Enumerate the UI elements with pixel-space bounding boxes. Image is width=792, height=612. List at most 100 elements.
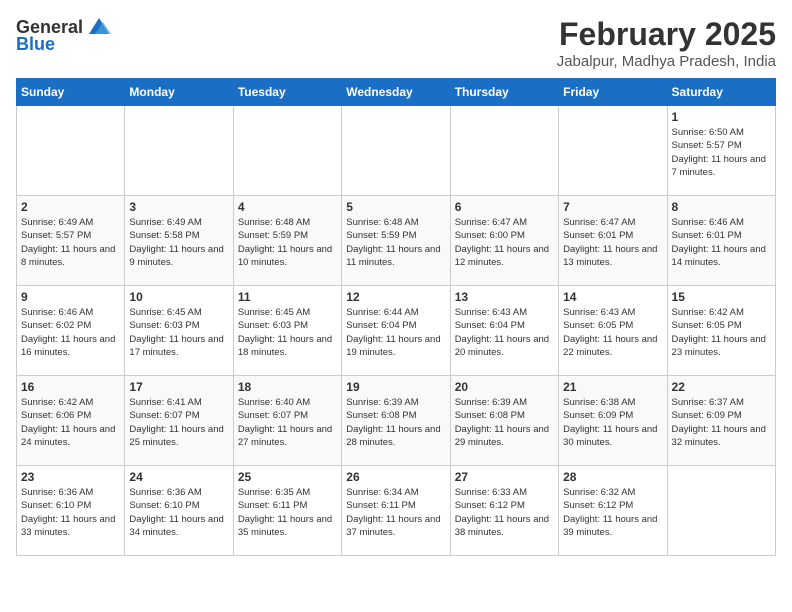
- day-number: 19: [346, 380, 445, 394]
- location-title: Jabalpur, Madhya Pradesh, India: [557, 53, 776, 70]
- day-number: 10: [129, 290, 228, 304]
- calendar-cell: 17Sunrise: 6:41 AM Sunset: 6:07 PM Dayli…: [125, 376, 233, 466]
- day-number: 15: [672, 290, 771, 304]
- calendar-cell: 10 Sunrise: 6:45 AM Sunset: 6:03 PM Dayli…: [125, 286, 233, 376]
- day-info: Sunrise: 6:36 AM Sunset: 6:10 PM Dayligh…: [21, 486, 120, 539]
- week-row-3: 9Sunrise: 6:46 AM Sunset: 6:02 PM Daylig…: [17, 286, 776, 376]
- day-number: 21: [563, 380, 662, 394]
- calendar-cell: [233, 106, 341, 196]
- day-info: Sunrise: 6:39 AM Sunset: 6:08 PM Dayligh…: [346, 396, 445, 449]
- day-number: 6: [455, 200, 554, 214]
- day-info: Sunrise: 6:44 AM Sunset: 6:04 PM Dayligh…: [346, 306, 445, 359]
- calendar-cell: [342, 106, 450, 196]
- day-number: 13: [455, 290, 554, 304]
- calendar-cell: 28Sunrise: 6:32 AM Sunset: 6:12 PM Dayli…: [559, 466, 667, 556]
- day-info: Sunrise: 6:46 AM Sunset: 6:01 PM Dayligh…: [672, 216, 771, 269]
- day-number: 16: [21, 380, 120, 394]
- day-info: Sunrise: 6:48 AM Sunset: 5:59 PM Dayligh…: [238, 216, 337, 269]
- calendar-cell: 2Sunrise: 6:49 AM Sunset: 5:57 PM Daylig…: [17, 196, 125, 286]
- day-number: 22: [672, 380, 771, 394]
- calendar-cell: 13Sunrise: 6:43 AM Sunset: 6:04 PM Dayli…: [450, 286, 558, 376]
- header-tuesday: Tuesday: [233, 79, 341, 106]
- day-number: 12: [346, 290, 445, 304]
- week-row-4: 16 Sunrise: 6:42 AM Sunset: 6:06 PM Dayli…: [17, 376, 776, 466]
- day-number: 26: [346, 470, 445, 484]
- month-title: February 2025: [557, 16, 776, 53]
- day-number: 25: [238, 470, 337, 484]
- day-info: Sunrise: 6:33 AM Sunset: 6:12 PM Dayligh…: [455, 486, 554, 539]
- day-info: Sunrise: 6:48 AM Sunset: 5:59 PM Dayligh…: [346, 216, 445, 269]
- title-block: February 2025 Jabalpur, Madhya Pradesh, …: [557, 16, 776, 70]
- day-info: Sunrise: 6:45 AM Sunset: 6:03 PM Dayligh…: [238, 306, 337, 359]
- day-info: Sunrise: 6:35 AM Sunset: 6:11 PM Dayligh…: [238, 486, 337, 539]
- calendar-cell: [667, 466, 775, 556]
- calendar-header-row: SundayMondayTuesdayWednesdayThursdayFrid…: [17, 79, 776, 106]
- week-row-1: 1 Sunrise: 6:50 AM Sunset: 5:57 PM Daylig…: [17, 106, 776, 196]
- calendar-cell: 20 Sunrise: 6:39 AM Sunset: 6:08 PM Dayli…: [450, 376, 558, 466]
- calendar-table: SundayMondayTuesdayWednesdayThursdayFrid…: [16, 78, 776, 556]
- calendar-cell: 11 Sunrise: 6:45 AM Sunset: 6:03 PM Dayli…: [233, 286, 341, 376]
- header-monday: Monday: [125, 79, 233, 106]
- day-info: Sunrise: 6:39 AM Sunset: 6:08 PM Dayligh…: [455, 396, 554, 449]
- day-info: Sunrise: 6:50 AM Sunset: 5:57 PM Dayligh…: [672, 126, 771, 179]
- day-info: Sunrise: 6:40 AM Sunset: 6:07 PM Dayligh…: [238, 396, 337, 449]
- calendar-cell: 1 Sunrise: 6:50 AM Sunset: 5:57 PM Daylig…: [667, 106, 775, 196]
- calendar-cell: 14 Sunrise: 6:43 AM Sunset: 6:05 PM Dayli…: [559, 286, 667, 376]
- logo-blue-text: Blue: [16, 34, 55, 55]
- calendar-cell: 8Sunrise: 6:46 AM Sunset: 6:01 PM Daylig…: [667, 196, 775, 286]
- page-header: General Blue February 2025 Jabalpur, Mad…: [16, 16, 776, 70]
- calendar-cell: 15 Sunrise: 6:42 AM Sunset: 6:05 PM Dayli…: [667, 286, 775, 376]
- day-number: 1: [672, 110, 771, 124]
- calendar-cell: 7 Sunrise: 6:47 AM Sunset: 6:01 PM Daylig…: [559, 196, 667, 286]
- calendar-cell: 9Sunrise: 6:46 AM Sunset: 6:02 PM Daylig…: [17, 286, 125, 376]
- header-saturday: Saturday: [667, 79, 775, 106]
- day-info: Sunrise: 6:42 AM Sunset: 6:05 PM Dayligh…: [672, 306, 771, 359]
- calendar-cell: 6Sunrise: 6:47 AM Sunset: 6:00 PM Daylig…: [450, 196, 558, 286]
- calendar-cell: 22 Sunrise: 6:37 AM Sunset: 6:09 PM Dayli…: [667, 376, 775, 466]
- day-number: 14: [563, 290, 662, 304]
- header-thursday: Thursday: [450, 79, 558, 106]
- day-number: 27: [455, 470, 554, 484]
- calendar-cell: [559, 106, 667, 196]
- day-info: Sunrise: 6:45 AM Sunset: 6:03 PM Dayligh…: [129, 306, 228, 359]
- header-sunday: Sunday: [17, 79, 125, 106]
- header-friday: Friday: [559, 79, 667, 106]
- day-number: 20: [455, 380, 554, 394]
- calendar-cell: 19 Sunrise: 6:39 AM Sunset: 6:08 PM Dayli…: [342, 376, 450, 466]
- calendar-cell: 25 Sunrise: 6:35 AM Sunset: 6:11 PM Dayli…: [233, 466, 341, 556]
- day-number: 4: [238, 200, 337, 214]
- day-number: 24: [129, 470, 228, 484]
- calendar-cell: 18 Sunrise: 6:40 AM Sunset: 6:07 PM Dayli…: [233, 376, 341, 466]
- calendar-cell: 5 Sunrise: 6:48 AM Sunset: 5:59 PM Daylig…: [342, 196, 450, 286]
- calendar-cell: 21 Sunrise: 6:38 AM Sunset: 6:09 PM Dayli…: [559, 376, 667, 466]
- calendar-cell: 27 Sunrise: 6:33 AM Sunset: 6:12 PM Dayli…: [450, 466, 558, 556]
- calendar-cell: 23 Sunrise: 6:36 AM Sunset: 6:10 PM Dayli…: [17, 466, 125, 556]
- day-info: Sunrise: 6:37 AM Sunset: 6:09 PM Dayligh…: [672, 396, 771, 449]
- day-info: Sunrise: 6:43 AM Sunset: 6:05 PM Dayligh…: [563, 306, 662, 359]
- calendar-cell: 4 Sunrise: 6:48 AM Sunset: 5:59 PM Daylig…: [233, 196, 341, 286]
- calendar-cell: 24Sunrise: 6:36 AM Sunset: 6:10 PM Dayli…: [125, 466, 233, 556]
- day-number: 11: [238, 290, 337, 304]
- day-info: Sunrise: 6:46 AM Sunset: 6:02 PM Dayligh…: [21, 306, 120, 359]
- day-number: 7: [563, 200, 662, 214]
- day-info: Sunrise: 6:38 AM Sunset: 6:09 PM Dayligh…: [563, 396, 662, 449]
- day-number: 5: [346, 200, 445, 214]
- calendar-cell: 16 Sunrise: 6:42 AM Sunset: 6:06 PM Dayli…: [17, 376, 125, 466]
- day-number: 23: [21, 470, 120, 484]
- day-info: Sunrise: 6:42 AM Sunset: 6:06 PM Dayligh…: [21, 396, 120, 449]
- day-number: 17: [129, 380, 228, 394]
- calendar-cell: 3 Sunrise: 6:49 AM Sunset: 5:58 PM Daylig…: [125, 196, 233, 286]
- calendar-cell: 26 Sunrise: 6:34 AM Sunset: 6:11 PM Dayli…: [342, 466, 450, 556]
- day-info: Sunrise: 6:34 AM Sunset: 6:11 PM Dayligh…: [346, 486, 445, 539]
- day-number: 18: [238, 380, 337, 394]
- calendar-cell: [450, 106, 558, 196]
- day-number: 3: [129, 200, 228, 214]
- calendar-cell: 12 Sunrise: 6:44 AM Sunset: 6:04 PM Dayli…: [342, 286, 450, 376]
- logo-icon: [85, 16, 113, 38]
- day-info: Sunrise: 6:49 AM Sunset: 5:58 PM Dayligh…: [129, 216, 228, 269]
- logo: General Blue: [16, 16, 113, 55]
- day-info: Sunrise: 6:47 AM Sunset: 6:01 PM Dayligh…: [563, 216, 662, 269]
- day-number: 28: [563, 470, 662, 484]
- week-row-2: 2Sunrise: 6:49 AM Sunset: 5:57 PM Daylig…: [17, 196, 776, 286]
- calendar-cell: [125, 106, 233, 196]
